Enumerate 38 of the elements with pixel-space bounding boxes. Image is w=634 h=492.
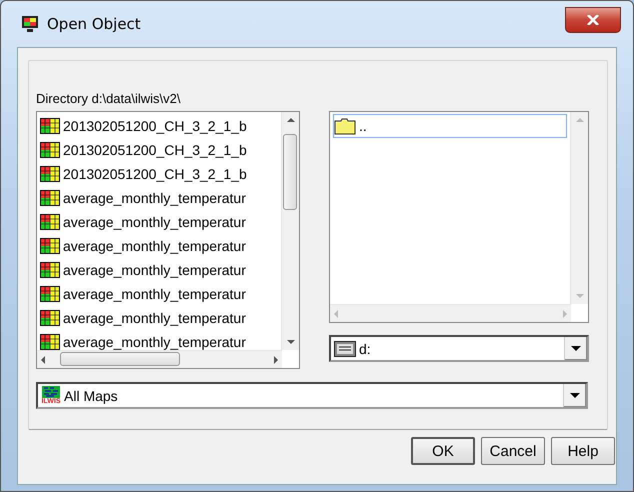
raster-map-icon [40,238,60,254]
drive-icon [334,340,356,356]
raster-map-icon [40,286,60,302]
drive-dropdown[interactable]: d: [329,335,589,362]
raster-map-icon [40,166,60,182]
object-item[interactable]: 201302051200_CH_3_2_1_b [40,162,281,186]
close-button[interactable] [565,7,621,33]
object-item[interactable]: 201302051200_CH_3_2_1_b [40,114,281,138]
app-icon [21,15,39,33]
raster-map-icon [40,142,60,158]
horizontal-scrollbar[interactable] [330,304,571,322]
object-item[interactable]: average_monthly_temperatur [40,210,281,234]
raster-map-icon [40,190,60,206]
directory-label: Directory d:\data\ilwis\v2\ [36,91,182,108]
raster-map-icon [40,310,60,326]
object-item[interactable]: average_monthly_temperatur [40,306,281,330]
object-item[interactable]: average_monthly_temperatur [40,186,281,210]
dialog-button[interactable]: Help [551,437,615,465]
object-item[interactable]: average_monthly_temperatur [40,282,281,306]
object-item[interactable]: average_monthly_temperatur [40,234,281,258]
raster-map-icon [40,262,60,278]
object-item[interactable]: average_monthly_temperatur [40,258,281,282]
window-title: Open Object [47,15,141,33]
horizontal-scrollbar[interactable] [37,350,282,368]
dialog-button[interactable]: Cancel [481,437,545,465]
object-list[interactable] [36,111,300,369]
raster-map-icon [40,118,60,134]
vertical-scrollbar[interactable] [570,112,588,304]
folder-icon [334,118,356,134]
dialog-button[interactable]: OK [411,437,475,465]
folder-list[interactable]: .. [329,111,589,323]
close-icon [587,15,599,25]
vertical-scrollbar[interactable] [281,112,299,350]
raster-map-icon [40,334,60,350]
folder-item[interactable]: .. [333,114,567,138]
object-item[interactable]: average_monthly_temperatur [40,330,281,350]
object-item[interactable]: 201302051200_CH_3_2_1_b [40,138,281,162]
raster-map-icon [40,214,60,230]
